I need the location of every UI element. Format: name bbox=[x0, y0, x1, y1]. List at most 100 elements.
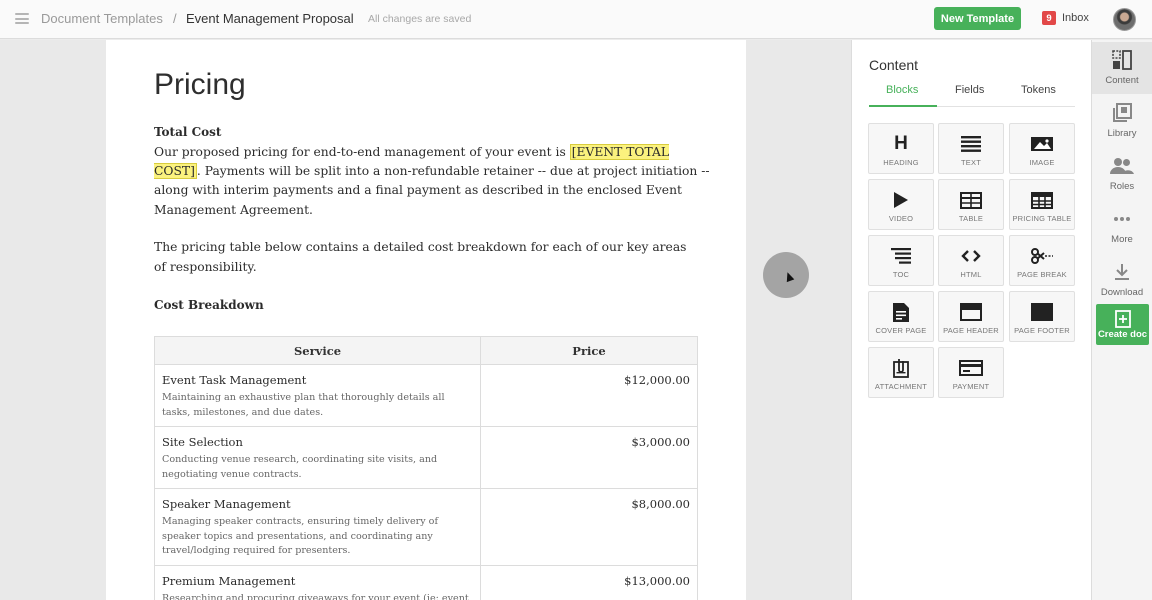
block-label: HTML bbox=[960, 270, 982, 279]
block-toc[interactable]: TOC bbox=[868, 235, 934, 286]
block-label: COVER PAGE bbox=[875, 326, 927, 335]
page-footer-icon bbox=[1010, 302, 1074, 322]
pricing-table[interactable]: Service Price Event Task Management Maint… bbox=[154, 336, 698, 600]
page-title[interactable]: Pricing bbox=[154, 68, 246, 102]
attachment-icon bbox=[869, 358, 933, 378]
block-html[interactable]: HTML bbox=[938, 235, 1004, 286]
service-description: Conducting venue research, coordinating … bbox=[162, 454, 438, 480]
inbox-label: Inbox bbox=[1062, 12, 1089, 24]
content-icon bbox=[1092, 49, 1152, 71]
content-panel: Content Blocks Fields Tokens H HEADING T… bbox=[851, 40, 1091, 600]
page-break-icon bbox=[1010, 246, 1074, 266]
inbox-count-badge: 9 bbox=[1042, 11, 1056, 25]
block-label: PAGE HEADER bbox=[943, 326, 999, 335]
block-label: PAGE FOOTER bbox=[1014, 326, 1070, 335]
rail-label: Library bbox=[1107, 128, 1137, 139]
html-icon bbox=[939, 246, 1003, 266]
top-bar: Document Templates / Event Management Pr… bbox=[0, 0, 1152, 39]
rail-item-content[interactable]: Content bbox=[1092, 42, 1152, 94]
service-price: $3,000.00 bbox=[480, 426, 698, 489]
column-header-price: Price bbox=[480, 336, 698, 365]
rail-label: Content bbox=[1105, 75, 1139, 86]
editor-canvas: Pricing Total Cost Our proposed pricing … bbox=[0, 40, 851, 600]
inbox-button[interactable]: 9 Inbox bbox=[1042, 11, 1089, 25]
service-name: Event Task Management bbox=[162, 373, 307, 387]
roles-icon bbox=[1092, 155, 1152, 177]
table-row[interactable]: Event Task Management Maintaining an exha… bbox=[154, 364, 698, 427]
service-price: $13,000.00 bbox=[480, 564, 698, 600]
service-description: Researching and procuring giveaways for … bbox=[162, 592, 469, 600]
block-page-header[interactable]: PAGE HEADER bbox=[938, 291, 1004, 342]
create-doc-button[interactable]: Create doc bbox=[1096, 304, 1149, 345]
block-label: IMAGE bbox=[1029, 158, 1055, 167]
document-page[interactable]: Pricing Total Cost Our proposed pricing … bbox=[106, 40, 746, 600]
avatar[interactable] bbox=[1113, 8, 1136, 31]
table-row[interactable]: Site Selection Conducting venue research,… bbox=[154, 426, 698, 489]
panel-tabs: Blocks Fields Tokens bbox=[869, 79, 1075, 107]
tab-tokens[interactable]: Tokens bbox=[1021, 84, 1056, 96]
new-template-button[interactable]: New Template bbox=[934, 7, 1021, 30]
rail-item-download[interactable]: Download bbox=[1092, 254, 1152, 306]
block-heading[interactable]: H HEADING bbox=[868, 123, 934, 174]
breadcrumb-separator: / bbox=[173, 11, 177, 26]
rail-item-roles[interactable]: Roles bbox=[1092, 148, 1152, 200]
create-doc-label: Create doc bbox=[1097, 329, 1148, 340]
block-page-break[interactable]: PAGE BREAK bbox=[1009, 235, 1075, 286]
table-icon bbox=[939, 190, 1003, 210]
table-row[interactable]: Speaker Management Managing speaker contr… bbox=[154, 488, 698, 566]
heading-icon: H bbox=[894, 133, 908, 154]
block-page-footer[interactable]: PAGE FOOTER bbox=[1009, 291, 1075, 342]
block-label: HEADING bbox=[883, 158, 919, 167]
service-description: Maintaining an exhaustive plan that thor… bbox=[162, 392, 445, 418]
block-video[interactable]: VIDEO bbox=[868, 179, 934, 230]
rail-label: Download bbox=[1100, 287, 1144, 298]
new-document-icon bbox=[1096, 308, 1149, 330]
image-icon bbox=[1010, 134, 1074, 154]
column-header-service: Service bbox=[154, 336, 481, 365]
rail-item-library[interactable]: Library bbox=[1092, 95, 1152, 147]
page-header-icon bbox=[939, 302, 1003, 322]
menu-icon[interactable] bbox=[15, 13, 29, 24]
block-pricing-table[interactable]: PRICING TABLE bbox=[1009, 179, 1075, 230]
block-cover-page[interactable]: COVER PAGE bbox=[868, 291, 934, 342]
payment-icon bbox=[939, 358, 1003, 378]
block-label: PAYMENT bbox=[952, 382, 990, 391]
block-attachment[interactable]: ATTACHMENT bbox=[868, 347, 934, 398]
panel-title: Content bbox=[869, 57, 919, 73]
table-row[interactable]: Premium Management Researching and procur… bbox=[154, 564, 698, 600]
block-label: ATTACHMENT bbox=[874, 382, 928, 391]
text-icon bbox=[939, 134, 1003, 154]
block-payment[interactable]: PAYMENT bbox=[938, 347, 1004, 398]
right-sidebar: Content Library Roles More Download Crea… bbox=[1091, 40, 1152, 600]
block-label: TABLE bbox=[958, 214, 984, 223]
service-description: Managing speaker contracts, ensuring tim… bbox=[162, 516, 439, 556]
pricing-intro-paragraph[interactable]: The pricing table below contains a detai… bbox=[154, 238, 694, 277]
document-name[interactable]: Event Management Proposal bbox=[186, 11, 354, 26]
service-name: Premium Management bbox=[162, 573, 296, 588]
cover-page-icon bbox=[869, 302, 933, 322]
block-label: PRICING TABLE bbox=[1012, 214, 1072, 223]
total-cost-heading[interactable]: Total Cost bbox=[154, 125, 221, 139]
breadcrumb-root[interactable]: Document Templates bbox=[41, 11, 163, 26]
service-name: Speaker Management bbox=[162, 497, 291, 511]
service-price: $12,000.00 bbox=[480, 364, 698, 427]
rail-label: Roles bbox=[1109, 181, 1135, 192]
block-label: TEXT bbox=[961, 158, 981, 167]
service-name: Site Selection bbox=[162, 435, 243, 449]
block-table[interactable]: TABLE bbox=[938, 179, 1004, 230]
block-label: VIDEO bbox=[888, 214, 914, 223]
block-image[interactable]: IMAGE bbox=[1009, 123, 1075, 174]
tab-blocks[interactable]: Blocks bbox=[886, 84, 918, 96]
rail-item-more[interactable]: More bbox=[1092, 201, 1152, 253]
video-icon bbox=[869, 190, 933, 210]
rail-label: More bbox=[1111, 234, 1133, 245]
active-tab-indicator bbox=[869, 105, 937, 107]
block-label: TOC bbox=[892, 270, 910, 279]
total-cost-paragraph[interactable]: Our proposed pricing for end-to-end mana… bbox=[154, 143, 714, 220]
block-label: PAGE BREAK bbox=[1017, 270, 1067, 279]
tab-fields[interactable]: Fields bbox=[955, 84, 984, 96]
block-text[interactable]: TEXT bbox=[938, 123, 1004, 174]
paragraph-text: . Payments will be split into a non-refu… bbox=[154, 164, 710, 217]
service-price: $8,000.00 bbox=[480, 488, 698, 566]
cost-breakdown-heading[interactable]: Cost Breakdown bbox=[154, 298, 264, 312]
